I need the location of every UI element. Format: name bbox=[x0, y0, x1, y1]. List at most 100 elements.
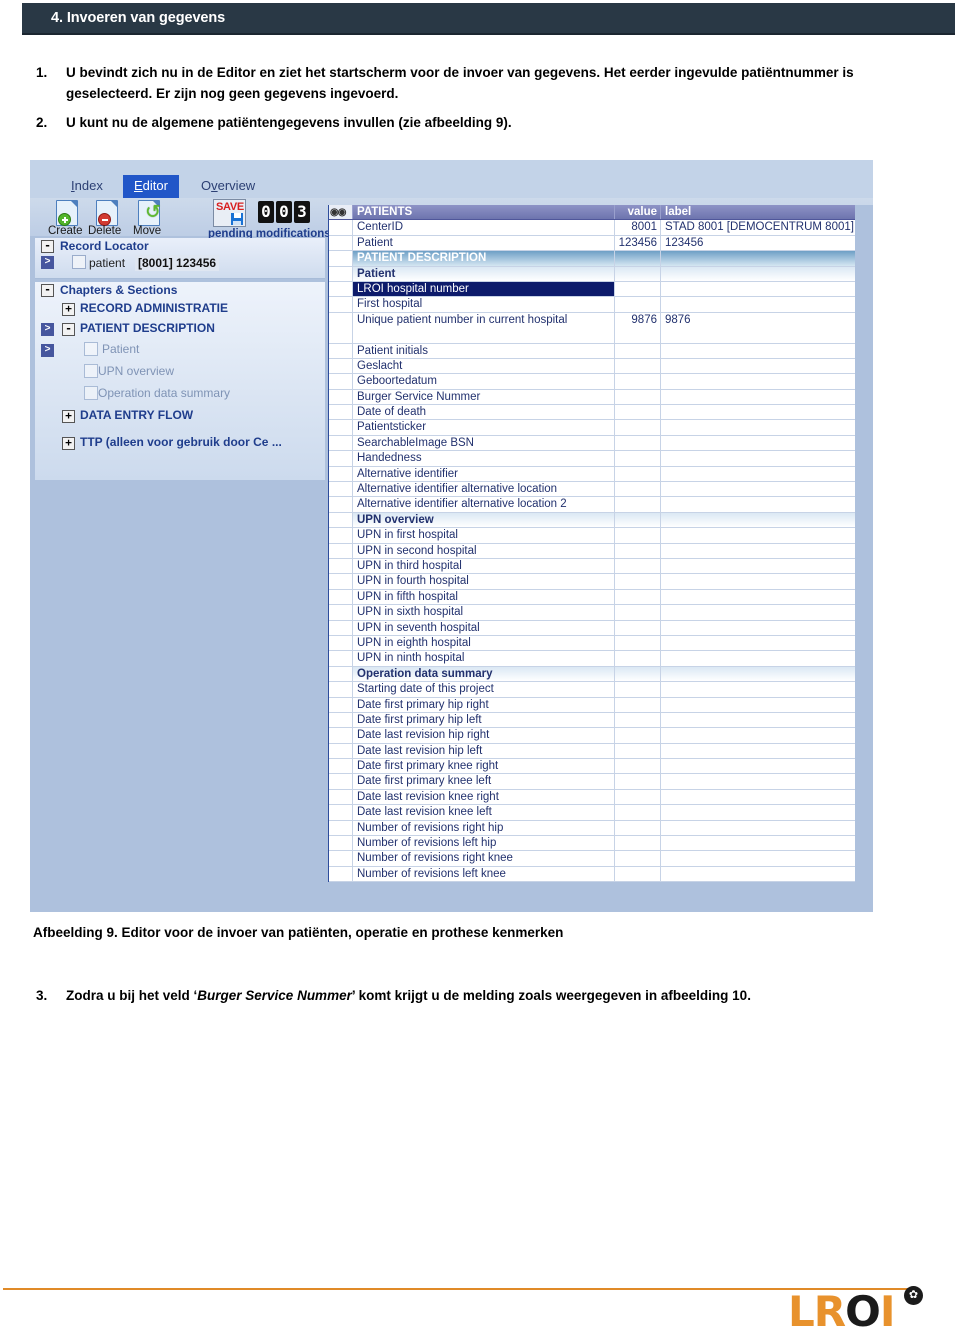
row-label-cell[interactable] bbox=[661, 513, 856, 527]
row-selector-cell[interactable] bbox=[329, 605, 353, 620]
table-row[interactable]: Patientsticker bbox=[329, 420, 856, 436]
table-row[interactable]: Date first primary hip right bbox=[329, 697, 856, 713]
row-value-cell[interactable] bbox=[615, 466, 661, 482]
row-selector-cell[interactable] bbox=[329, 497, 353, 512]
table-row[interactable]: Alternative identifier bbox=[329, 466, 856, 483]
table-row[interactable]: Date last revision hip left bbox=[329, 743, 856, 760]
table-row[interactable]: Burger Service Nummer bbox=[329, 389, 856, 406]
row-selector-cell[interactable] bbox=[329, 759, 353, 774]
row-value-cell[interactable] bbox=[615, 358, 661, 374]
table-row[interactable]: Number of revisions left knee bbox=[329, 866, 856, 883]
row-label-cell[interactable] bbox=[661, 374, 856, 388]
save-button[interactable]: SAVE bbox=[213, 199, 246, 227]
table-row[interactable]: SearchableImage BSN bbox=[329, 435, 856, 452]
table-row[interactable]: Alternative identifier alternative locat… bbox=[329, 482, 856, 498]
table-row[interactable]: Date first primary knee right bbox=[329, 759, 856, 775]
row-selector-cell[interactable] bbox=[329, 866, 353, 882]
row-value-cell[interactable] bbox=[615, 820, 661, 836]
row-selector-cell[interactable] bbox=[329, 851, 353, 866]
tree-expander-data-entry-flow[interactable]: + bbox=[62, 410, 75, 423]
table-row[interactable]: Date last revision hip right bbox=[329, 728, 856, 744]
row-value-cell[interactable] bbox=[615, 728, 661, 743]
row-value-cell[interactable] bbox=[615, 774, 661, 789]
create-button[interactable] bbox=[52, 200, 82, 226]
row-value-cell[interactable] bbox=[615, 589, 661, 605]
table-row[interactable]: PATIENT DESCRIPTION bbox=[329, 251, 856, 267]
tree-checkbox-operation-data-summary[interactable] bbox=[84, 386, 98, 400]
row-value-cell[interactable] bbox=[615, 574, 661, 589]
row-label-cell[interactable] bbox=[661, 267, 856, 281]
table-row[interactable]: UPN in ninth hospital bbox=[329, 651, 856, 667]
table-row[interactable]: Unique patient number in current hospita… bbox=[329, 312, 856, 344]
row-label-cell[interactable] bbox=[661, 621, 856, 635]
table-row[interactable]: Date first primary hip left bbox=[329, 712, 856, 729]
row-label-cell[interactable] bbox=[661, 759, 856, 773]
row-selector-cell[interactable] bbox=[329, 389, 353, 405]
row-selector-cell[interactable] bbox=[329, 374, 353, 389]
table-row[interactable]: LROI hospital number bbox=[329, 281, 856, 298]
table-row[interactable]: First hospital bbox=[329, 297, 856, 313]
grid-header-row[interactable]: ◉◉ PATIENTS value label bbox=[329, 205, 856, 221]
table-row[interactable]: Geboortedatum bbox=[329, 374, 856, 390]
table-row[interactable]: Date first primary knee left bbox=[329, 774, 856, 790]
tab-overview[interactable]: Overview bbox=[190, 175, 266, 198]
row-selector-cell[interactable] bbox=[329, 358, 353, 374]
row-value-cell[interactable] bbox=[615, 559, 661, 574]
row-value-cell[interactable] bbox=[615, 805, 661, 820]
row-value-cell[interactable]: 8001 bbox=[615, 220, 661, 235]
table-row[interactable]: CenterID 8001 STAD 8001 [DEMOCENTRUM 8001] bbox=[329, 220, 856, 236]
table-row[interactable]: Date last revision knee left bbox=[329, 805, 856, 821]
row-selector-cell[interactable] bbox=[329, 589, 353, 605]
row-value-cell[interactable]: value bbox=[615, 205, 661, 220]
row-label-cell[interactable] bbox=[661, 805, 856, 819]
row-selector-cell[interactable] bbox=[329, 466, 353, 482]
table-row[interactable]: Patient bbox=[329, 266, 856, 282]
row-selector-cell[interactable] bbox=[329, 266, 353, 281]
row-selector-cell[interactable] bbox=[329, 820, 353, 836]
move-button[interactable]: ↺ bbox=[134, 200, 164, 226]
row-label-cell[interactable] bbox=[661, 744, 856, 758]
table-row[interactable]: Starting date of this project bbox=[329, 682, 856, 698]
table-row[interactable]: UPN in third hospital bbox=[329, 559, 856, 575]
row-value-cell[interactable] bbox=[615, 374, 661, 389]
tree-expander-record-administratie[interactable]: + bbox=[62, 303, 75, 316]
tree-expander-ttp[interactable]: + bbox=[62, 437, 75, 450]
row-selector-cell[interactable] bbox=[329, 251, 353, 266]
row-label-cell[interactable] bbox=[661, 821, 856, 835]
row-value-cell[interactable] bbox=[615, 836, 661, 851]
row-label-cell[interactable] bbox=[661, 436, 856, 450]
row-value-cell[interactable] bbox=[615, 789, 661, 805]
row-value-cell[interactable] bbox=[615, 651, 661, 666]
row-value-cell[interactable] bbox=[615, 297, 661, 312]
row-label-cell[interactable] bbox=[661, 713, 856, 727]
row-label-cell[interactable] bbox=[661, 574, 856, 588]
row-label-cell[interactable] bbox=[661, 359, 856, 373]
row-value-cell[interactable] bbox=[615, 712, 661, 728]
table-row[interactable]: UPN in eighth hospital bbox=[329, 635, 856, 652]
row-value-cell[interactable] bbox=[615, 451, 661, 466]
row-selector-cell[interactable] bbox=[329, 451, 353, 466]
grid-visibility-icons[interactable]: ◉◉ bbox=[329, 205, 353, 220]
row-value-cell[interactable] bbox=[615, 512, 661, 528]
row-selector-cell[interactable] bbox=[329, 697, 353, 712]
row-value-cell[interactable] bbox=[615, 281, 661, 297]
table-row[interactable]: UPN in second hospital bbox=[329, 543, 856, 559]
row-label-cell[interactable] bbox=[661, 344, 856, 358]
chapters-collapse-toggle[interactable]: - bbox=[41, 284, 54, 297]
row-label-cell[interactable]: 123456 bbox=[661, 236, 856, 250]
row-value-cell[interactable] bbox=[615, 497, 661, 512]
row-value-cell[interactable] bbox=[615, 482, 661, 497]
row-label-cell[interactable] bbox=[661, 836, 856, 850]
row-value-cell[interactable] bbox=[615, 682, 661, 697]
row-selector-cell[interactable] bbox=[329, 805, 353, 820]
row-value-cell[interactable] bbox=[615, 866, 661, 882]
row-selector-cell[interactable] bbox=[329, 682, 353, 697]
table-row[interactable]: Number of revisions right hip bbox=[329, 820, 856, 837]
tree-checkbox-upn-overview[interactable] bbox=[84, 364, 98, 378]
tree-item-operation-data-summary[interactable]: Operation data summary bbox=[98, 386, 230, 400]
table-row[interactable]: Patient 123456 123456 bbox=[329, 235, 856, 252]
row-label-cell[interactable] bbox=[661, 390, 856, 404]
row-value-cell[interactable] bbox=[615, 389, 661, 405]
row-selector-cell[interactable] bbox=[329, 420, 353, 435]
row-value-cell[interactable] bbox=[615, 605, 661, 620]
